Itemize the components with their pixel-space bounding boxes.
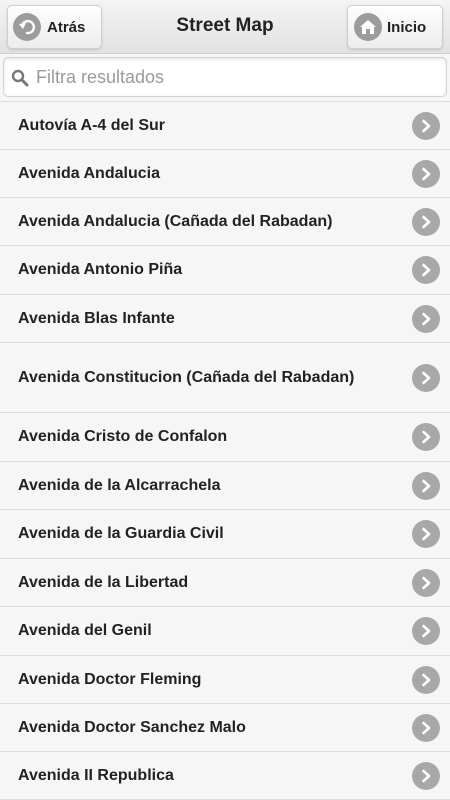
list-item-label: Avenida Doctor Fleming [18, 670, 202, 688]
chevron-right-icon [412, 665, 440, 694]
street-list: Autovía A-4 del Sur Avenida Andalucia Aven… [0, 102, 450, 800]
home-icon [354, 13, 382, 41]
list-item[interactable]: Avenida de la Alcarrachela [0, 462, 450, 510]
chevron-right-icon [412, 111, 440, 140]
chevron-right-icon [412, 207, 440, 236]
list-item-label: Avenida de la Alcarrachela [18, 476, 221, 494]
home-button[interactable]: Inicio [347, 5, 443, 49]
list-item[interactable]: Autovía A-4 del Sur [0, 102, 450, 150]
chevron-right-icon [412, 304, 440, 333]
list-item[interactable]: Avenida II Republica [0, 752, 450, 800]
list-item[interactable]: Avenida Blas Infante [0, 295, 450, 343]
list-item[interactable]: Avenida Doctor Fleming [0, 656, 450, 704]
chevron-right-icon [412, 159, 440, 188]
list-item-label: Avenida Blas Infante [18, 309, 175, 327]
search-input[interactable] [36, 62, 436, 92]
list-item[interactable]: Avenida Doctor Sanchez Malo [0, 704, 450, 752]
list-item[interactable]: Avenida de la Guardia Civil [0, 510, 450, 559]
list-item-label: Avenida Constitucion (Cañada del Rabadan… [18, 368, 355, 386]
chevron-right-icon [412, 363, 440, 392]
list-item-label: Avenida II Republica [18, 766, 174, 784]
chevron-right-icon [412, 423, 440, 451]
list-item-label: Avenida Andalucia [18, 164, 160, 182]
list-item[interactable]: Avenida Andalucia (Cañada del Rabadan) [0, 198, 450, 246]
list-item-label: Avenida Antonio Piña [18, 261, 183, 278]
list-item-label: Avenida del Genil [18, 622, 152, 639]
chevron-right-icon [412, 568, 440, 597]
search-bar [0, 54, 450, 102]
list-item-label: Autovía A-4 del Sur [18, 116, 165, 134]
chevron-right-icon [412, 520, 440, 548]
list-item-label: Avenida Andalucia (Cañada del Rabadan) [18, 212, 333, 230]
header-bar: Atrás Street Map Inicio [0, 0, 450, 54]
list-item-label: Avenida Doctor Sanchez Malo [18, 718, 246, 736]
list-item[interactable]: Avenida Cristo de Confalon [0, 413, 450, 462]
list-item[interactable]: Avenida de la Libertad [0, 559, 450, 607]
chevron-right-icon [412, 713, 440, 742]
search-box[interactable] [3, 57, 447, 97]
chevron-right-icon [412, 471, 440, 500]
list-item[interactable]: Avenida del Genil [0, 607, 450, 656]
chevron-right-icon [412, 256, 440, 284]
list-item-label: Avenida de la Guardia Civil [18, 525, 224, 542]
list-item[interactable]: Avenida Constitucion (Cañada del Rabadan… [0, 343, 450, 413]
list-item-label: Avenida de la Libertad [18, 573, 189, 591]
search-icon [11, 69, 29, 92]
list-item[interactable]: Avenida Antonio Piña [0, 246, 450, 295]
chevron-right-icon [412, 617, 440, 645]
home-button-label: Inicio [387, 18, 427, 36]
chevron-right-icon [412, 761, 440, 790]
list-item[interactable]: Avenida Andalucia [0, 150, 450, 198]
list-item-label: Avenida Cristo de Confalon [18, 428, 228, 445]
